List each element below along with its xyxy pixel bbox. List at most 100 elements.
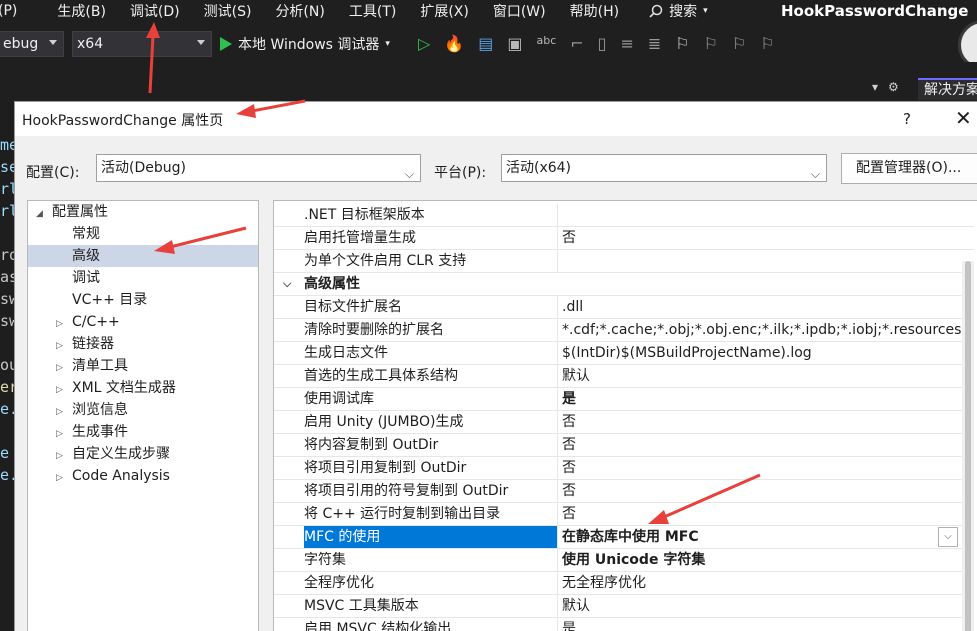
tree-item-custom-build[interactable]: ▷ 自定义生成步骤	[56, 443, 170, 465]
grid-scrollbar[interactable]	[962, 261, 974, 631]
outdent-icon[interactable]: ≣	[648, 34, 661, 53]
menu-test[interactable]: 测试(S)	[204, 1, 264, 21]
help-button[interactable]: ?	[903, 110, 911, 128]
property-name: MFC 的使用	[304, 526, 558, 548]
menu-extensions[interactable]: 扩展(X)	[420, 1, 481, 21]
collapsed-icon[interactable]: ▷	[56, 379, 66, 401]
collapsed-icon[interactable]: ▷	[56, 357, 66, 379]
tree-item-xml-doc[interactable]: ▷ XML 文档生成器	[56, 377, 176, 399]
tree-item-code-analysis[interactable]: ▷ Code Analysis	[56, 465, 170, 487]
indent-icon[interactable]: ≡	[620, 34, 633, 53]
code-line: e.	[0, 466, 14, 484]
chevron-down-icon[interactable]: ⌵	[283, 273, 291, 295]
uncomment-icon[interactable]: ▯	[598, 34, 607, 53]
collapsed-icon[interactable]: ▷	[56, 401, 66, 423]
tree-item-config-properties[interactable]: ◢ 配置属性	[36, 201, 258, 223]
grid-row[interactable]: .NET 目标框架版本	[274, 204, 974, 227]
property-value: 否	[562, 437, 576, 453]
menu-build[interactable]: 生成(B)	[57, 1, 118, 21]
grid-row[interactable]: 启用 MSVC 结构化输出 是	[274, 618, 974, 631]
grid-row[interactable]: 生成日志文件 $(IntDir)$(MSBuildProjectName).lo…	[274, 342, 974, 365]
dialog-title-bar[interactable]: HookPasswordChange 属性页 ? ✕	[15, 102, 977, 136]
property-name: 将 C++ 运行时复制到输出目录	[304, 503, 558, 525]
grid-row[interactable]: 启用 Unity (JUMBO)生成 否	[274, 411, 974, 434]
property-name: .NET 目标框架版本	[304, 204, 558, 226]
tree-item-vc-directories[interactable]: VC++ 目录	[28, 289, 258, 311]
tree-item-manifest-tool[interactable]: ▷ 清单工具	[56, 355, 128, 377]
grid-row[interactable]: 将 C++ 运行时复制到输出目录 否	[274, 503, 974, 526]
hot-reload-icon[interactable]: 🔥	[444, 34, 464, 53]
tree-item-build-events[interactable]: ▷ 生成事件	[56, 421, 128, 443]
solution-config-combo[interactable]: ebug	[0, 31, 64, 57]
grid-row[interactable]: 启用托管增量生成 否	[274, 227, 974, 250]
collapsed-icon[interactable]: ▷	[56, 467, 66, 489]
chevron-down-icon[interactable]: ▾	[872, 80, 878, 94]
tree-item-label: 生成事件	[72, 424, 128, 440]
section-title: 高级属性	[304, 276, 360, 292]
scroll-thumb[interactable]	[965, 261, 971, 631]
grid-row[interactable]: MSVC 工具集版本 默认	[274, 595, 974, 618]
menu-tools[interactable]: 工具(T)	[349, 1, 408, 21]
code-line: er	[0, 378, 14, 396]
property-pages-dialog: HookPasswordChange 属性页 ? ✕ 配置(C): 活动(Deb…	[14, 101, 977, 631]
tree-item-advanced[interactable]: 高级	[28, 245, 258, 267]
menu-analyze[interactable]: 分析(N)	[275, 1, 336, 21]
platform-combo[interactable]: 活动(x64) ⌵	[501, 154, 827, 182]
close-button[interactable]: ✕	[955, 106, 972, 130]
code-line: me	[0, 136, 14, 154]
grid-row[interactable]: 首选的生成工具体系结构 默认	[274, 365, 974, 388]
collapsed-icon[interactable]: ▷	[56, 445, 66, 467]
start-debugging-button[interactable]: 本地 Windows 调试器 ▾	[220, 31, 390, 57]
search-icon	[649, 4, 663, 18]
menu-window[interactable]: 窗口(W)	[493, 1, 558, 21]
grid-row[interactable]: 目标文件扩展名 .dll	[274, 296, 974, 319]
menu-help[interactable]: 帮助(H)	[570, 1, 631, 21]
panel-options: ▾ ⚙	[872, 80, 899, 94]
grid-row[interactable]: 将内容复制到 OutDir 否	[274, 434, 974, 457]
layout-icon[interactable]: ▣	[507, 34, 522, 53]
grid-row[interactable]: 全程序优化 无全程序优化	[274, 572, 974, 595]
toolbar-icons: ▷ 🔥 ▤ ▣ abc ⌐ ▯ ≡ ≣ ⚐ ⚐ ⚐ ⚐	[418, 34, 775, 53]
grid-row[interactable]: 使用调试库 是	[274, 388, 974, 411]
tree-item-linker[interactable]: ▷ 链接器	[56, 333, 114, 355]
grid-row[interactable]: 将项目引用的符号复制到 OutDir 否	[274, 480, 974, 503]
config-combo[interactable]: 活动(Debug) ⌵	[96, 154, 421, 182]
section-header[interactable]: ⌵ 高级属性	[274, 273, 974, 296]
tree-item-browse-info[interactable]: ▷ 浏览信息	[56, 399, 128, 421]
tree-item-label: 配置属性	[52, 204, 108, 220]
grid-row[interactable]: 为单个文件启用 CLR 支持	[274, 250, 974, 273]
solution-platform-combo[interactable]: x64	[72, 31, 212, 57]
menu-project[interactable]: (P)	[0, 3, 29, 19]
find-in-files-icon[interactable]: ▤	[478, 34, 493, 53]
collapsed-icon[interactable]: ▷	[56, 423, 66, 445]
collapsed-icon[interactable]: ▷	[56, 313, 66, 335]
comment-icon[interactable]: ⌐	[570, 34, 583, 53]
gear-icon[interactable]: ⚙	[888, 80, 899, 94]
chevron-down-icon[interactable]: ⌵	[938, 527, 958, 547]
grid-row[interactable]: 清除时要删除的扩展名 *.cdf;*.cache;*.obj;*.obj.enc…	[274, 319, 974, 342]
tree-item-general[interactable]: 常规	[28, 223, 258, 245]
play-outline-icon[interactable]: ▷	[418, 34, 430, 53]
spellcheck-icon[interactable]: abc	[536, 34, 556, 53]
bookmark-clear-icon[interactable]: ⚐	[760, 34, 774, 53]
menu-debug[interactable]: 调试(D)	[130, 1, 192, 21]
config-manager-button[interactable]: 配置管理器(O)...	[841, 153, 977, 184]
chevron-down-icon	[197, 40, 205, 45]
grid-row[interactable]: 字符集 使用 Unicode 字符集	[274, 549, 974, 572]
collapsed-icon[interactable]: ▷	[56, 335, 66, 357]
grid-row[interactable]: 将项目引用复制到 OutDir 否	[274, 457, 974, 480]
property-name: 字符集	[304, 549, 558, 571]
tree-item-debugging[interactable]: 调试	[28, 267, 258, 289]
bookmark-prev-icon[interactable]: ⚐	[704, 34, 718, 53]
tree-item-cpp[interactable]: ▷ C/C++	[56, 311, 120, 333]
bookmark-icon[interactable]: ⚐	[675, 34, 689, 53]
grid-row-mfc[interactable]: MFC 的使用 在静态库中使用 MFC ⌵	[274, 526, 974, 549]
expanded-icon[interactable]: ◢	[36, 203, 46, 225]
property-value: *.cdf;*.cache;*.obj;*.obj.enc;*.ilk;*.ip…	[562, 322, 967, 338]
property-value: .dll	[562, 299, 584, 315]
tree-item-label: 常规	[72, 226, 100, 242]
search-button[interactable]: 搜索 ▾	[649, 1, 708, 21]
bookmark-next-icon[interactable]: ⚐	[732, 34, 746, 53]
tab-solution-explorer[interactable]: 解决方案	[918, 78, 977, 100]
